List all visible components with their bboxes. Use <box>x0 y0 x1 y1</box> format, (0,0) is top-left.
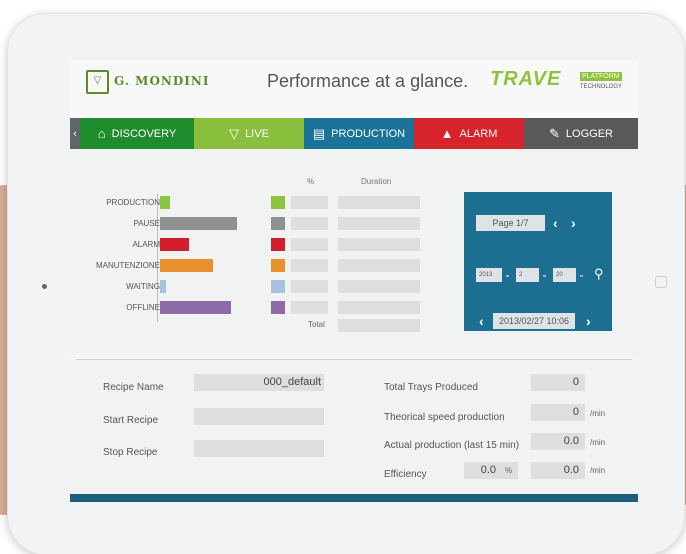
theoretical-speed-value: 0 <box>572 406 579 418</box>
theoretical-speed-unit: /min <box>590 409 606 418</box>
category-label: MANUTENZIONE <box>96 261 160 270</box>
stop-recipe-field <box>194 440 324 457</box>
category-bar <box>160 280 166 293</box>
partner-subtitle: TECHNOLOGY <box>580 84 623 90</box>
tab-production[interactable]: ▤ PRODUCTION <box>304 118 414 149</box>
tab-alarm[interactable]: ▲ ALARM <box>414 118 524 149</box>
theoretical-speed-label: Theorical speed production <box>384 412 505 423</box>
total-duration-field <box>338 319 420 332</box>
footer-bar <box>70 494 638 502</box>
category-duration-field <box>338 301 420 314</box>
pen-icon: ✎ <box>549 125 560 141</box>
category-color-swatch <box>271 217 285 230</box>
category-bar <box>160 238 189 251</box>
efficiency-value: 0.0 <box>563 464 579 476</box>
chevron-down-icon[interactable]: ⌄ <box>539 268 550 282</box>
camera-dot <box>42 284 47 289</box>
chevron-down-icon[interactable]: ⌄ <box>502 268 513 282</box>
tab-discovery[interactable]: ⌂ DISCOVERY <box>80 118 194 149</box>
actual-production-value: 0.0 <box>563 435 579 447</box>
page-tagline: Performance at a glance. <box>267 71 469 91</box>
start-recipe-field <box>194 408 324 425</box>
clipboard-icon: ▤ <box>312 125 326 141</box>
page-navigator: Page 1/7 ‹ › 2013 ⌄ 2 ⌄ 20 ⌄ ⚲ ‹ 2013/02… <box>464 192 612 331</box>
app-screen: ▽ G. MONDINI Performance at a glance. TR… <box>70 60 638 502</box>
actual-production-label: Actual production (last 15 min) <box>384 440 520 451</box>
category-percent-field <box>291 238 328 251</box>
category-percent-field <box>291 196 328 209</box>
chevron-down-icon[interactable]: ⌄ <box>576 268 587 282</box>
year-select[interactable]: 2013 <box>476 268 502 282</box>
previous-page-icon[interactable]: ‹ <box>553 215 558 231</box>
category-duration-field <box>338 217 420 230</box>
category-percent-field <box>291 301 328 314</box>
efficiency-percent-unit: % <box>505 466 513 475</box>
category-percent-field <box>291 280 328 293</box>
percent-column-header: % <box>307 177 315 186</box>
tab-live[interactable]: ▽ LIVE <box>194 118 304 149</box>
header-bar: ▽ G. MONDINI Performance at a glance. TR… <box>70 60 638 118</box>
next-date-icon[interactable]: › <box>586 313 591 329</box>
efficiency-unit: /min <box>590 466 606 475</box>
efficiency-percent-value: 0.0 <box>480 464 496 476</box>
search-icon[interactable]: ⚲ <box>594 266 604 282</box>
mondini-icon: ▽ <box>229 125 240 141</box>
home-button[interactable] <box>655 276 667 288</box>
category-percent-field <box>291 259 328 272</box>
brand-logo-text: G. MONDINI <box>114 74 210 88</box>
category-label: PAUSE <box>133 219 160 228</box>
category-color-swatch <box>271 196 285 209</box>
category-color-swatch <box>271 280 285 293</box>
category-label: ALARM <box>132 240 160 249</box>
total-label: Total <box>308 320 325 329</box>
recipe-name-label: Recipe Name <box>103 382 164 393</box>
category-duration-field <box>338 238 420 251</box>
category-color-swatch <box>271 238 285 251</box>
category-color-swatch <box>271 301 285 314</box>
production-summary-panel: % Duration PRODUCTION PAUSE ALARM MANUTENZI… <box>70 149 638 355</box>
partner-logo: TRAVE <box>490 68 562 90</box>
mondini-logo-icon: ▽ <box>86 70 109 94</box>
duration-column-header: Duration <box>361 177 392 186</box>
tab-label: ALARM <box>459 127 498 140</box>
category-bar <box>160 259 213 272</box>
next-page-icon[interactable]: › <box>571 215 576 231</box>
efficiency-label: Efficiency <box>384 469 427 480</box>
total-trays-value: 0 <box>572 376 579 388</box>
category-duration-field <box>338 196 420 209</box>
partner-badge: PLATFORM <box>580 72 622 81</box>
category-label: PRODUCTION <box>106 198 160 207</box>
total-trays-label: Total Trays Produced <box>384 382 478 393</box>
day-select[interactable]: 20 <box>553 268 576 282</box>
category-label: WAITING <box>126 282 160 291</box>
stop-recipe-label: Stop Recipe <box>103 447 158 458</box>
category-bar <box>160 217 237 230</box>
tabs-scroll-left-icon[interactable]: ‹ <box>70 118 80 149</box>
category-label: OFFLINE <box>126 303 160 312</box>
main-tabs: ‹ ⌂ DISCOVERY ▽ LIVE ▤ PRODUCTION ▲ ALAR… <box>70 118 638 149</box>
tab-label: LIVE <box>245 127 269 140</box>
tab-logger[interactable]: ✎ LOGGER <box>524 118 638 149</box>
category-duration-field <box>338 280 420 293</box>
category-duration-field <box>338 259 420 272</box>
start-recipe-label: Start Recipe <box>103 415 159 426</box>
home-icon: ⌂ <box>97 126 106 141</box>
page-indicator: Page 1/7 <box>476 215 545 231</box>
month-select[interactable]: 2 <box>516 268 539 282</box>
category-bar <box>160 196 170 209</box>
tab-label: LOGGER <box>565 127 613 140</box>
tab-label: DISCOVERY <box>111 127 177 140</box>
recipe-details-panel: Recipe Name 000_default Start Recipe Sto… <box>70 360 638 494</box>
warning-icon: ▲ <box>440 126 454 141</box>
previous-date-icon[interactable]: ‹ <box>479 313 484 329</box>
tab-label: PRODUCTION <box>331 127 406 140</box>
category-color-swatch <box>271 259 285 272</box>
category-percent-field <box>291 217 328 230</box>
datetime-display: 2013/02/27 10:06 <box>493 313 575 329</box>
tablet-frame: ▽ G. MONDINI Performance at a glance. TR… <box>8 14 684 554</box>
category-bar <box>160 301 231 314</box>
recipe-name-value: 000_default <box>263 376 322 388</box>
actual-production-unit: /min <box>590 438 606 447</box>
